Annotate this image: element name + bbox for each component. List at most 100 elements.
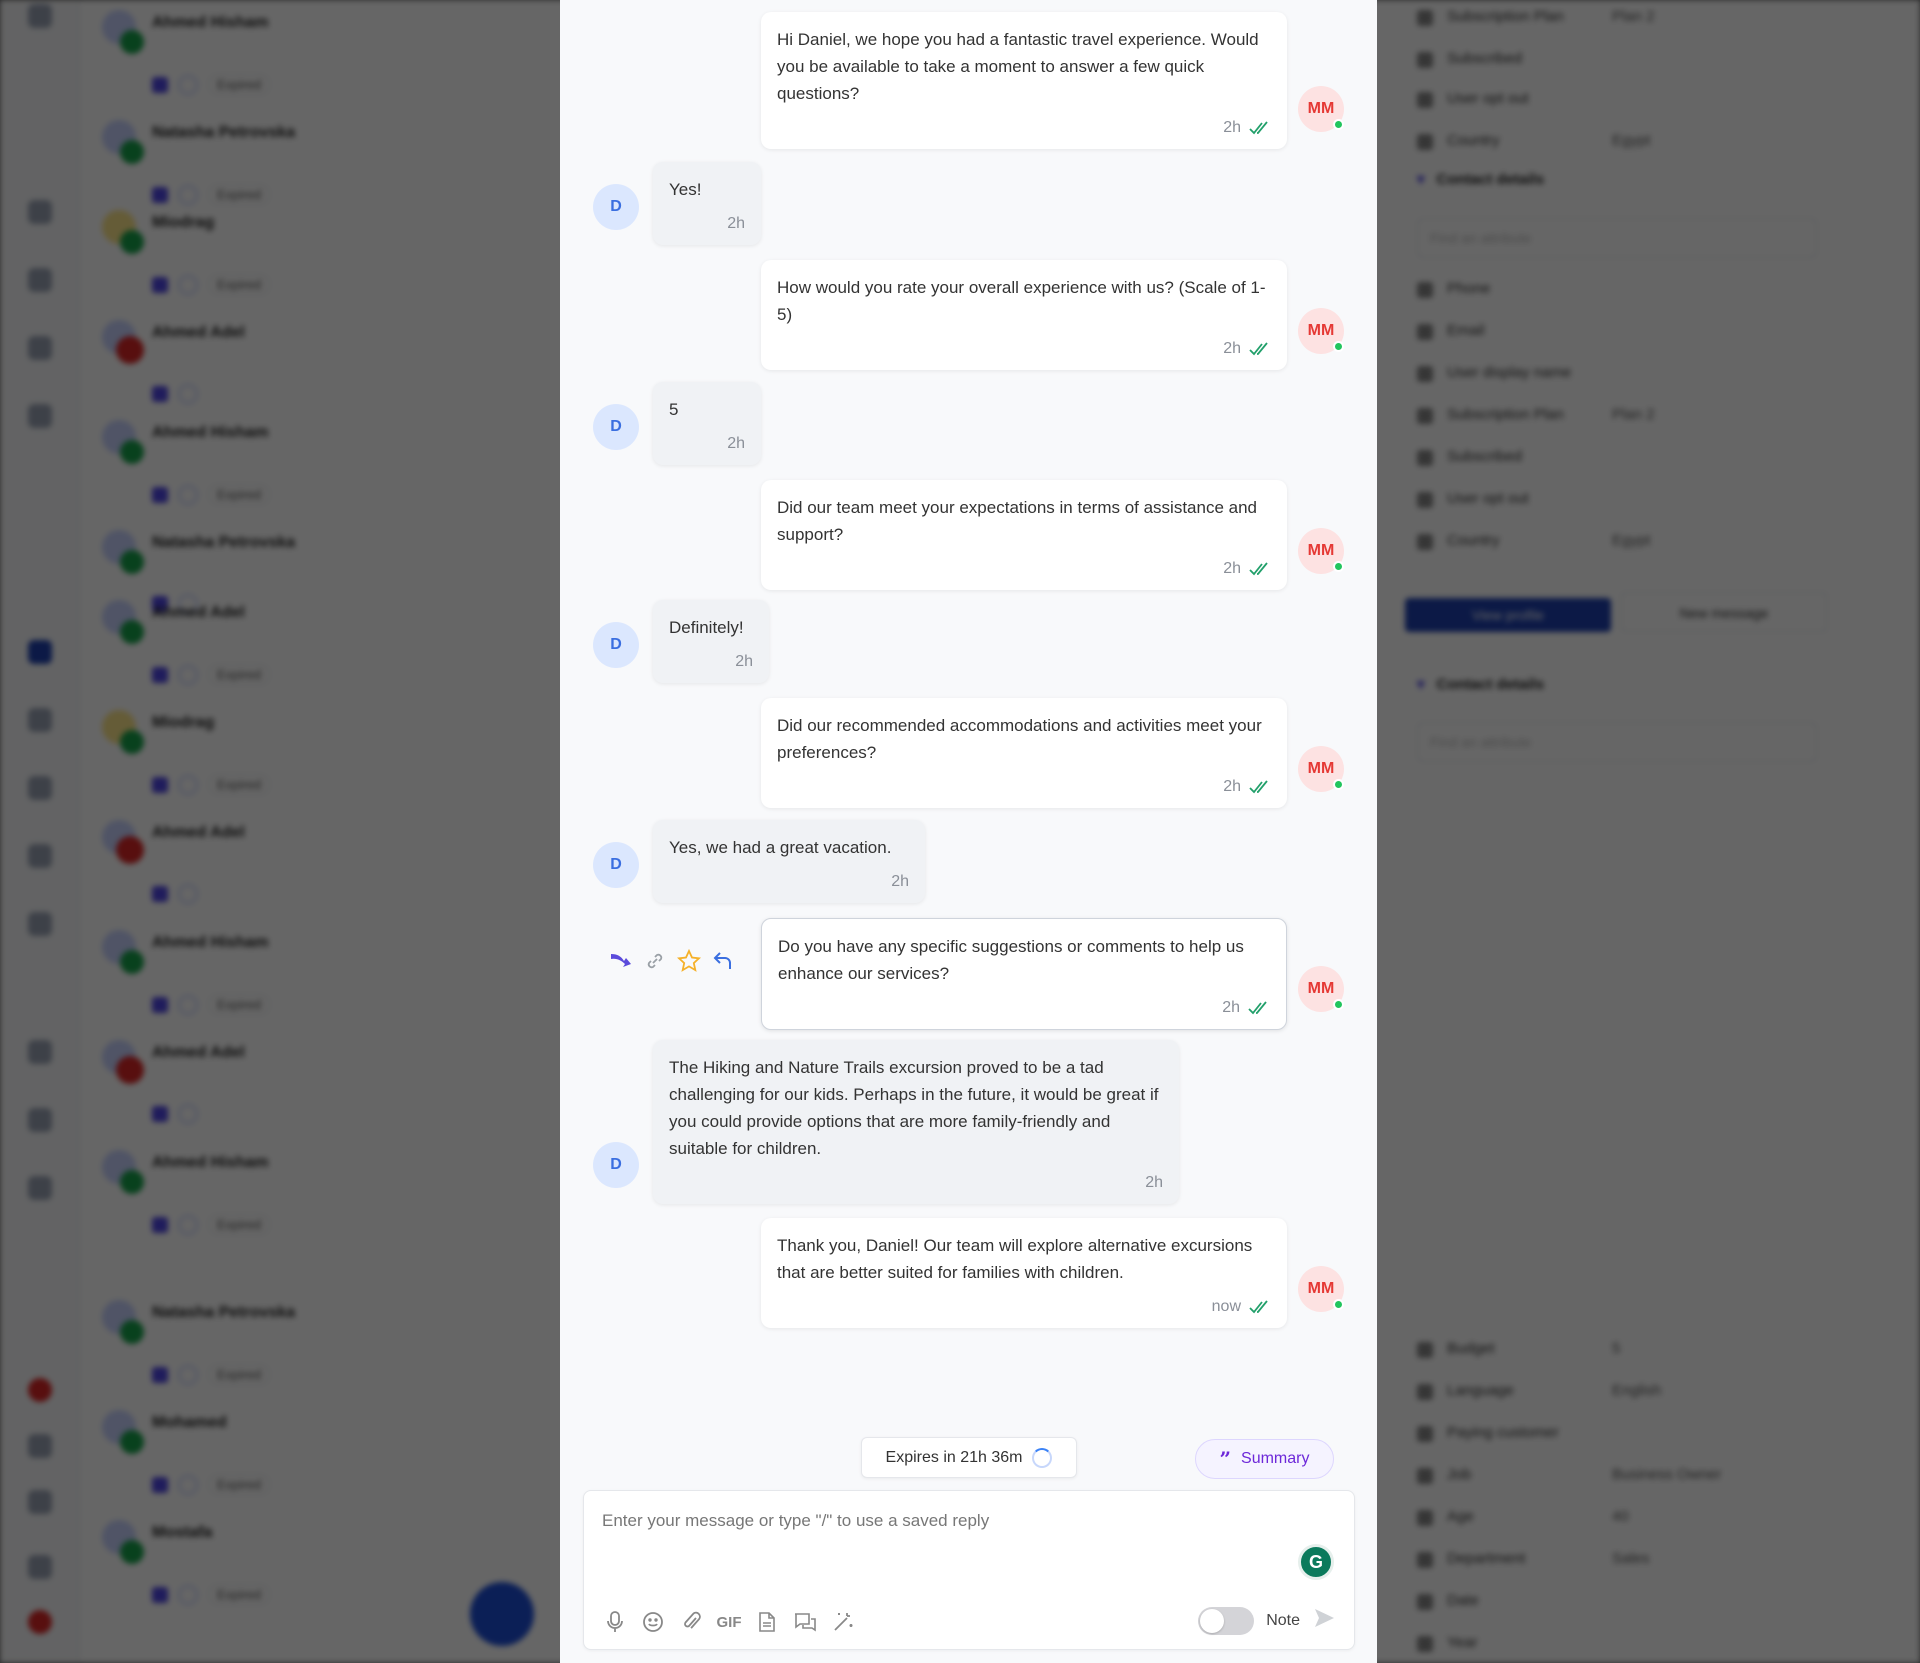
message-text: Definitely!: [669, 618, 744, 637]
note-toggle[interactable]: [1198, 1606, 1255, 1635]
message-input[interactable]: [602, 1511, 1252, 1531]
customer-message: The Hiking and Nature Trails excursion p…: [560, 1040, 1377, 1204]
agent-avatar: MM: [1298, 308, 1344, 354]
message-meta: 2h: [669, 1174, 1163, 1192]
agent-message: Do you have any specific suggestions or …: [560, 918, 1377, 1030]
message-meta: 2h: [669, 215, 745, 233]
customer-avatar: D: [593, 184, 639, 230]
message-meta: 2h: [669, 435, 745, 453]
double-check-icon: [1248, 1001, 1267, 1015]
double-check-icon: [1249, 562, 1268, 576]
avatar-initials: D: [610, 418, 622, 435]
message-meta: 2h: [777, 119, 1271, 137]
agent-message: Did our recommended accommodations and a…: [560, 698, 1377, 808]
double-check-icon: [1249, 1300, 1268, 1314]
message-text: Thank you, Daniel! Our team will explore…: [777, 1236, 1253, 1282]
message-time: 2h: [727, 215, 745, 232]
avatar-initials: D: [610, 636, 622, 653]
magic-wand-icon[interactable]: [830, 1609, 856, 1635]
star-icon[interactable]: [676, 948, 702, 974]
online-status-dot: [1333, 1299, 1344, 1310]
message-bubble[interactable]: Yes! 2h: [653, 162, 761, 245]
double-check-icon: [1249, 121, 1268, 135]
avatar-initials: D: [610, 856, 622, 873]
agent-avatar: MM: [1298, 86, 1344, 132]
message-bubble[interactable]: Did our team meet your expectations in t…: [761, 480, 1287, 590]
summary-button[interactable]: ” Summary: [1195, 1439, 1334, 1479]
microphone-icon[interactable]: [602, 1609, 628, 1635]
customer-message: Yes! 2h D: [560, 162, 1377, 245]
message-time: 2h: [1223, 340, 1241, 357]
saved-replies-icon[interactable]: [792, 1609, 818, 1635]
avatar-initials: D: [610, 198, 622, 215]
avatar-initials: MM: [1307, 322, 1335, 339]
timer-spinner-icon: [1032, 1447, 1053, 1468]
agent-avatar: MM: [1298, 528, 1344, 574]
link-icon[interactable]: [642, 948, 668, 974]
double-check-icon: [1249, 342, 1268, 356]
message-bubble[interactable]: Definitely! 2h: [653, 600, 769, 683]
message-time: 2h: [1223, 119, 1241, 136]
message-time: 2h: [727, 435, 745, 452]
gif-button[interactable]: GIF: [716, 1609, 742, 1635]
message-text: Do you have any specific suggestions or …: [778, 937, 1244, 983]
agent-message: How would you rate your overall experien…: [560, 260, 1377, 370]
expiry-indicator: Expires in 21h 36m: [861, 1437, 1077, 1478]
message-time: 2h: [1222, 999, 1240, 1016]
online-status-dot: [1333, 119, 1344, 130]
message-bubble[interactable]: Do you have any specific suggestions or …: [761, 918, 1287, 1030]
message-meta: 2h: [777, 778, 1271, 796]
message-bubble[interactable]: How would you rate your overall experien…: [761, 260, 1287, 370]
message-meta: 2h: [778, 999, 1270, 1017]
message-meta: 2h: [669, 653, 753, 671]
forward-icon[interactable]: [608, 948, 634, 974]
double-check-icon: [1249, 780, 1268, 794]
message-bubble[interactable]: Yes, we had a great vacation. 2h: [653, 820, 925, 903]
message-text: The Hiking and Nature Trails excursion p…: [669, 1058, 1159, 1158]
online-status-dot: [1333, 561, 1344, 572]
message-time: 2h: [891, 873, 909, 890]
message-time: 2h: [1145, 1174, 1163, 1191]
customer-avatar: D: [593, 842, 639, 888]
send-icon[interactable]: [1312, 1606, 1336, 1635]
reply-icon[interactable]: [710, 948, 736, 974]
composer-toolbar: GIF: [602, 1609, 856, 1635]
customer-message: Yes, we had a great vacation. 2h D: [560, 820, 1377, 903]
chat-panel: Hi Daniel, we hope you had a fantastic t…: [560, 0, 1377, 1663]
summary-label: Summary: [1241, 1450, 1310, 1467]
agent-avatar: MM: [1298, 1266, 1344, 1312]
customer-avatar: D: [593, 622, 639, 668]
message-text: Yes, we had a great vacation.: [669, 838, 892, 857]
avatar-initials: MM: [1307, 100, 1335, 117]
message-bubble[interactable]: The Hiking and Nature Trails excursion p…: [653, 1040, 1179, 1204]
message-meta: now: [777, 1298, 1271, 1316]
message-text: Did our team meet your expectations in t…: [777, 498, 1258, 544]
message-meta: 2h: [669, 873, 909, 891]
message-bubble[interactable]: Hi Daniel, we hope you had a fantastic t…: [761, 12, 1287, 149]
avatar-initials: MM: [1307, 980, 1335, 997]
message-bubble[interactable]: 5 2h: [653, 382, 761, 465]
quote-icon: ”: [1219, 1447, 1232, 1471]
agent-message: Hi Daniel, we hope you had a fantastic t…: [560, 12, 1377, 149]
avatar-initials: MM: [1307, 1280, 1335, 1297]
message-time: 2h: [1223, 560, 1241, 577]
message-bubble[interactable]: Thank you, Daniel! Our team will explore…: [761, 1218, 1287, 1328]
message-actions: [608, 948, 736, 974]
avatar-initials: MM: [1307, 542, 1335, 559]
message-bubble[interactable]: Did our recommended accommodations and a…: [761, 698, 1287, 808]
emoji-icon[interactable]: [640, 1609, 666, 1635]
document-icon[interactable]: [754, 1609, 780, 1635]
note-controls: Note: [1198, 1606, 1336, 1635]
customer-message: Definitely! 2h D: [560, 600, 1377, 683]
message-time: 2h: [735, 653, 753, 670]
message-time: now: [1211, 1298, 1241, 1315]
agent-avatar: MM: [1298, 966, 1344, 1012]
customer-avatar: D: [593, 404, 639, 450]
expires-label: Expires in 21h 36m: [885, 1448, 1023, 1466]
note-label: Note: [1266, 1611, 1300, 1629]
attachment-icon[interactable]: [678, 1609, 704, 1635]
grammarly-icon[interactable]: G: [1298, 1544, 1334, 1580]
message-composer: G GIF Note: [583, 1490, 1355, 1650]
message-time: 2h: [1223, 778, 1241, 795]
avatar-initials: D: [610, 1156, 622, 1173]
